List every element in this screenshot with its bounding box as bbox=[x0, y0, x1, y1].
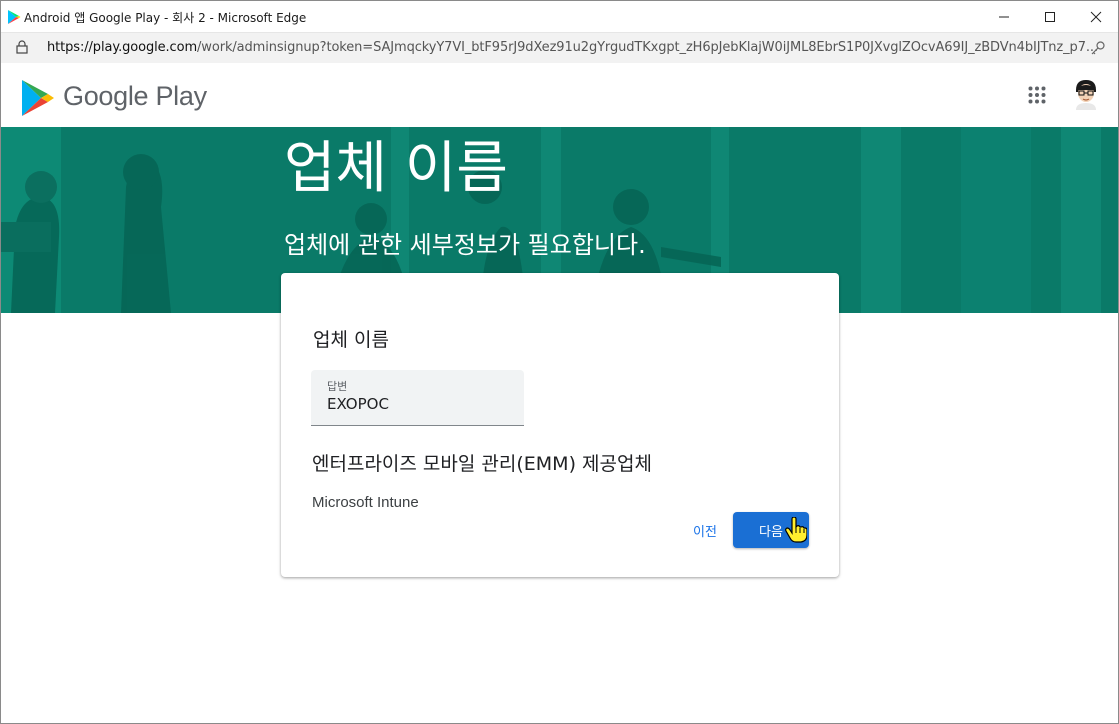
close-button[interactable] bbox=[1073, 1, 1118, 32]
window-title: Android 앱 Google Play - 회사 2 - Microsoft… bbox=[24, 11, 307, 25]
banner-title: 업체 이름 bbox=[284, 136, 508, 201]
next-button-label: 다음 bbox=[759, 524, 783, 540]
browser-window: Android 앱 Google Play - 회사 2 - Microsoft… bbox=[0, 0, 1119, 724]
field-label: 답변 bbox=[327, 380, 348, 393]
hand-cursor-icon bbox=[785, 517, 807, 543]
banner-subtitle: 업체에 관한 세부정보가 필요합니다. bbox=[284, 231, 646, 259]
avatar[interactable] bbox=[1072, 78, 1100, 110]
url-host: https://play.google.com bbox=[47, 40, 198, 55]
address-bar[interactable]: https://play.google.com/work/adminsignup… bbox=[1, 32, 1118, 63]
title-bar: Android 앱 Google Play - 회사 2 - Microsoft… bbox=[1, 1, 1118, 32]
maximize-button[interactable] bbox=[1027, 1, 1073, 32]
close-icon bbox=[1090, 11, 1102, 22]
question-company-name: 업체 이름 bbox=[313, 329, 389, 351]
lock-icon[interactable] bbox=[16, 40, 28, 54]
question-emm-provider: 엔터프라이즈 모바일 관리(EMM) 제공업체 bbox=[312, 453, 652, 475]
key-icon[interactable] bbox=[1090, 40, 1106, 56]
company-name-input[interactable] bbox=[327, 395, 507, 413]
google-play-icon bbox=[8, 10, 21, 24]
play-header: Google Play bbox=[1, 63, 1118, 127]
brand-name[interactable]: Google Play bbox=[63, 81, 207, 112]
apps-grid-icon[interactable] bbox=[1028, 86, 1046, 104]
emm-provider-value: Microsoft Intune bbox=[312, 494, 419, 511]
google-play-logo-icon[interactable] bbox=[21, 79, 55, 117]
minimize-button[interactable] bbox=[981, 1, 1027, 32]
minimize-icon bbox=[999, 16, 1009, 17]
url-path: /work/adminsignup?token=SAJmqckyY7VI_btF… bbox=[197, 40, 1098, 55]
maximize-icon bbox=[1045, 11, 1055, 22]
url-text[interactable]: https://play.google.com/work/adminsignup… bbox=[47, 40, 1098, 55]
company-name-field[interactable]: 답변 bbox=[311, 370, 524, 426]
signup-form-card: 업체 이름 답변 엔터프라이즈 모바일 관리(EMM) 제공업체 Microso… bbox=[281, 273, 839, 577]
previous-button[interactable]: 이전 bbox=[677, 514, 733, 546]
